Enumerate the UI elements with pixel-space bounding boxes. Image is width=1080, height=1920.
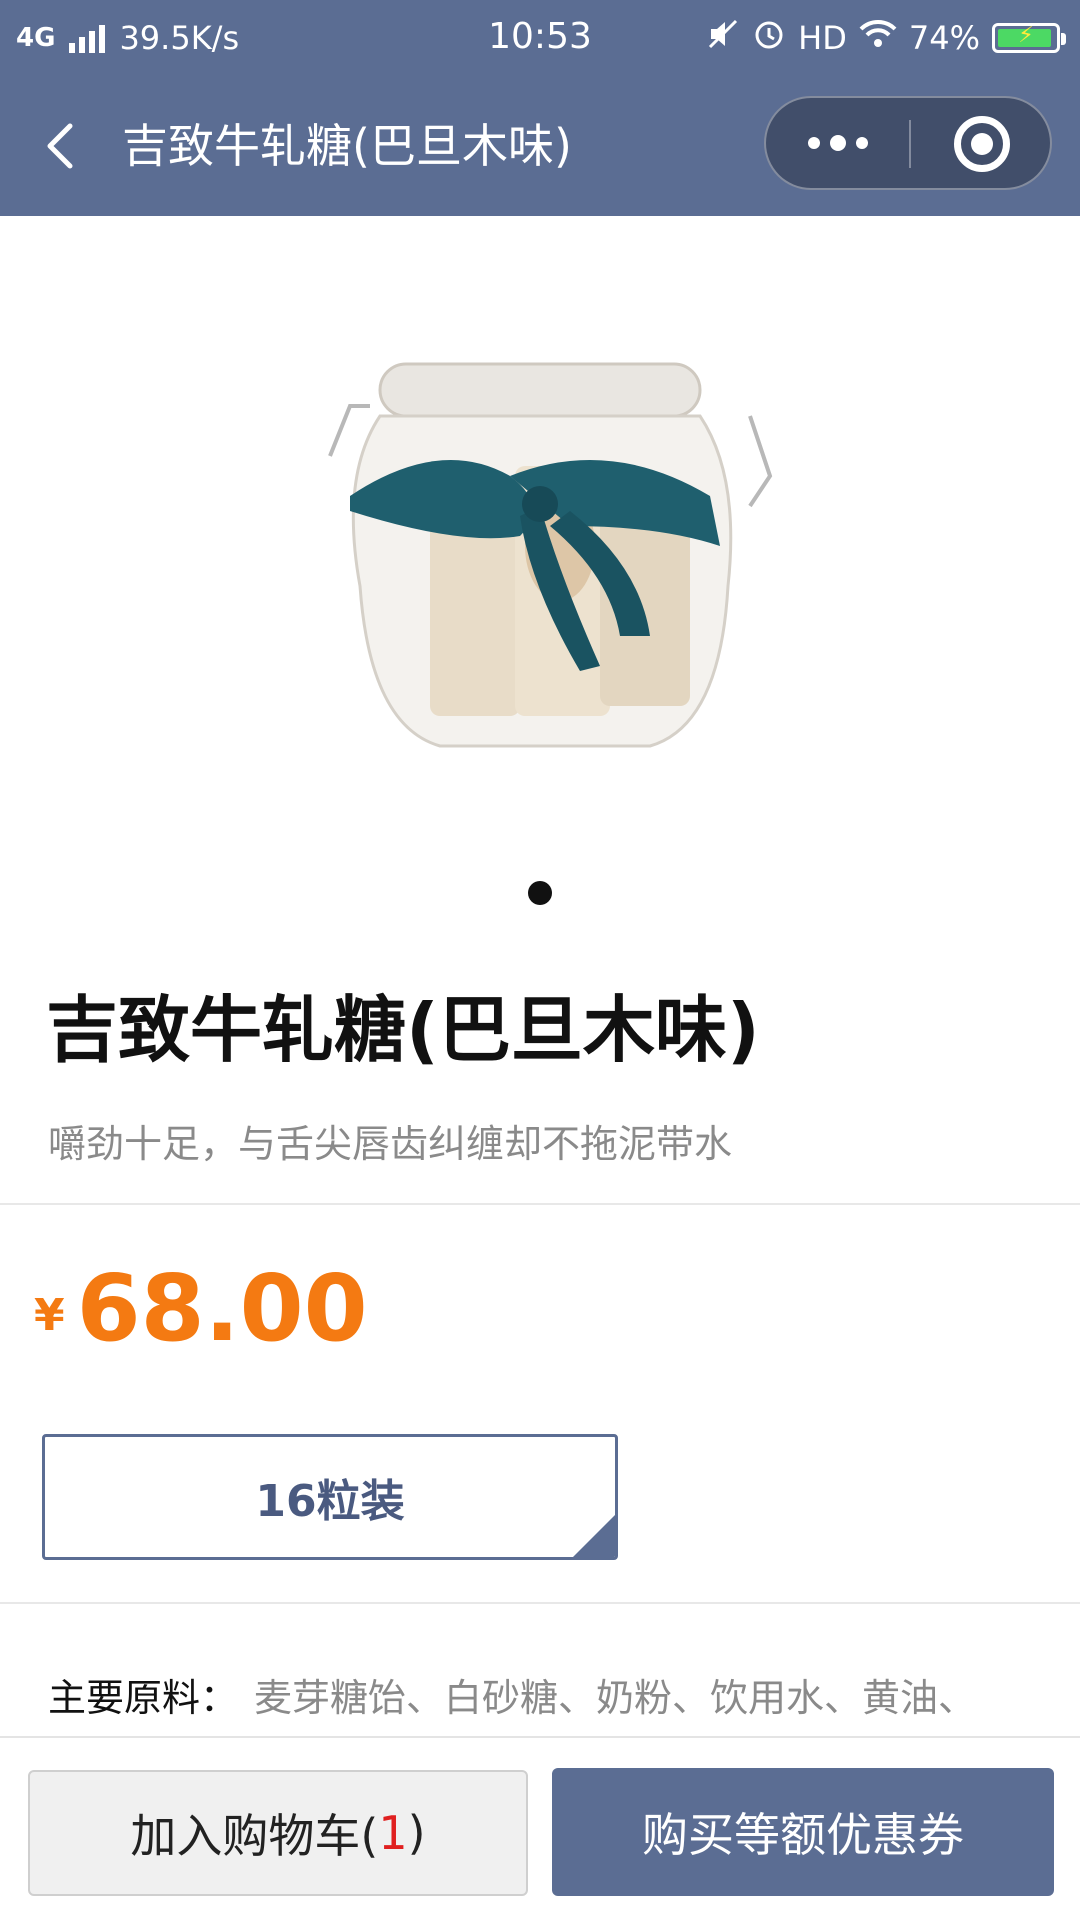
wifi-icon <box>859 18 897 58</box>
product-image <box>328 362 773 748</box>
add-to-cart-suffix: ) <box>407 1806 426 1860</box>
hd-label: HD <box>798 19 847 57</box>
battery-icon: ⚡ <box>992 23 1066 53</box>
product-title: 吉致牛轧糖(巴旦木味) <box>46 988 760 1072</box>
battery-percent: 74% <box>908 19 980 57</box>
mini-program-capsule <box>764 96 1052 190</box>
status-right: HD 74% ⚡ <box>706 14 1066 62</box>
product-subtitle: 嚼劲十足，与舌尖唇齿纠缠却不拖泥带水 <box>48 1122 733 1166</box>
ingredients-text: 麦芽糖饴、白砂糖、奶粉、饮用水、黄油、 <box>254 1676 977 1720</box>
spec-option-selected[interactable]: 16粒装 <box>42 1434 618 1560</box>
status-bar: 4G 39.5K/s 10:53 HD 74% ⚡ <box>0 0 1080 76</box>
add-to-cart-label: 加入购物车( <box>130 1809 379 1863</box>
spec-option-label: 16粒装 <box>255 1476 405 1527</box>
capsule-divider <box>909 120 911 168</box>
bottom-action-bar: 加入购物车(1) 购买等额优惠券 <box>0 1736 1080 1920</box>
ingredients-label: 主要原料： <box>48 1676 239 1720</box>
mute-icon <box>706 17 740 59</box>
add-to-cart-button[interactable]: 加入购物车(1) <box>28 1770 528 1896</box>
more-icon[interactable] <box>766 98 909 188</box>
carousel-indicator-dot <box>528 881 552 905</box>
selected-corner-icon <box>573 1515 615 1557</box>
divider <box>0 1203 1080 1205</box>
product-detail-screen: 4G 39.5K/s 10:53 HD 74% ⚡ 吉致牛轧糖(巴旦木味) 吉致… <box>0 0 1080 1920</box>
nav-title: 吉致牛轧糖(巴旦木味) <box>122 119 572 173</box>
navigation-bar: 吉致牛轧糖(巴旦木味) <box>0 96 1080 196</box>
buy-coupon-button[interactable]: 购买等额优惠券 <box>552 1768 1054 1896</box>
top-bar: 4G 39.5K/s 10:53 HD 74% ⚡ 吉致牛轧糖(巴旦木味) <box>0 0 1080 216</box>
divider <box>0 1602 1080 1604</box>
buy-coupon-label: 购买等额优惠券 <box>642 1808 964 1862</box>
ingredients-row: 主要原料： 麦芽糖饴、白砂糖、奶粉、饮用水、黄油、 <box>48 1670 976 1726</box>
back-icon[interactable] <box>36 120 88 172</box>
price-amount: 68.00 <box>76 1255 368 1362</box>
alarm-icon <box>752 17 786 59</box>
price-currency: ¥ <box>34 1290 65 1341</box>
product-price: ¥68.00 <box>34 1255 368 1362</box>
product-gallery[interactable] <box>0 216 1080 986</box>
cart-count: 1 <box>378 1806 408 1860</box>
close-capsule-icon[interactable] <box>954 116 1010 172</box>
